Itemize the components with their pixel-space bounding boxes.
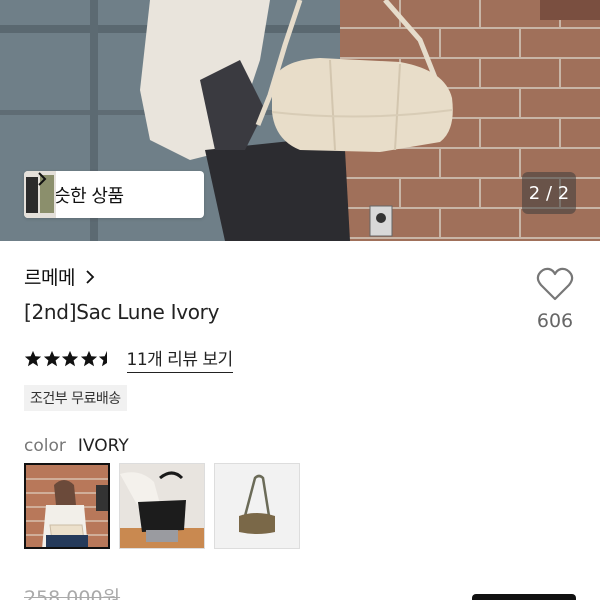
star-icon: [61, 350, 79, 367]
like-button[interactable]: 606: [530, 266, 580, 332]
like-count: 606: [536, 310, 574, 332]
image-page-counter: 2 / 2: [522, 172, 576, 214]
chevron-right-icon: [38, 172, 47, 186]
star-icon: [24, 350, 42, 367]
color-row: color IVORY: [24, 436, 129, 456]
rating-row: 11개 리뷰 보기: [24, 345, 233, 373]
brand-name: 르메메: [24, 267, 75, 289]
color-label: color: [24, 436, 66, 456]
swatch-image: [26, 465, 108, 547]
review-link[interactable]: 11개 리뷰 보기: [126, 345, 233, 373]
star-icon: [80, 350, 97, 367]
shipping-badge: 조건부 무료배송: [24, 385, 127, 411]
chevron-right-icon: [86, 269, 95, 284]
action-button[interactable]: [472, 594, 576, 600]
swatch-ivory-model[interactable]: [24, 463, 110, 549]
color-swatches: [24, 463, 309, 549]
color-value: IVORY: [77, 436, 129, 456]
product-title: [2nd]Sac Lune Ivory: [24, 300, 220, 324]
swatch-image: [215, 464, 299, 548]
original-price: 258,000원: [24, 587, 121, 600]
similar-products-button[interactable]: 비슷한 상품: [24, 171, 204, 218]
swatch-brown-bag[interactable]: [214, 463, 300, 549]
swatch-image: [120, 464, 204, 548]
product-photo[interactable]: 비슷한 상품 2 / 2: [0, 0, 600, 241]
star-rating: [24, 350, 117, 368]
half-star-icon: [98, 350, 116, 367]
heart-outline-icon: [536, 267, 574, 301]
star-icon: [43, 350, 60, 367]
swatch-black-handheld[interactable]: [119, 463, 205, 549]
brand-link[interactable]: 르메메: [24, 263, 95, 290]
